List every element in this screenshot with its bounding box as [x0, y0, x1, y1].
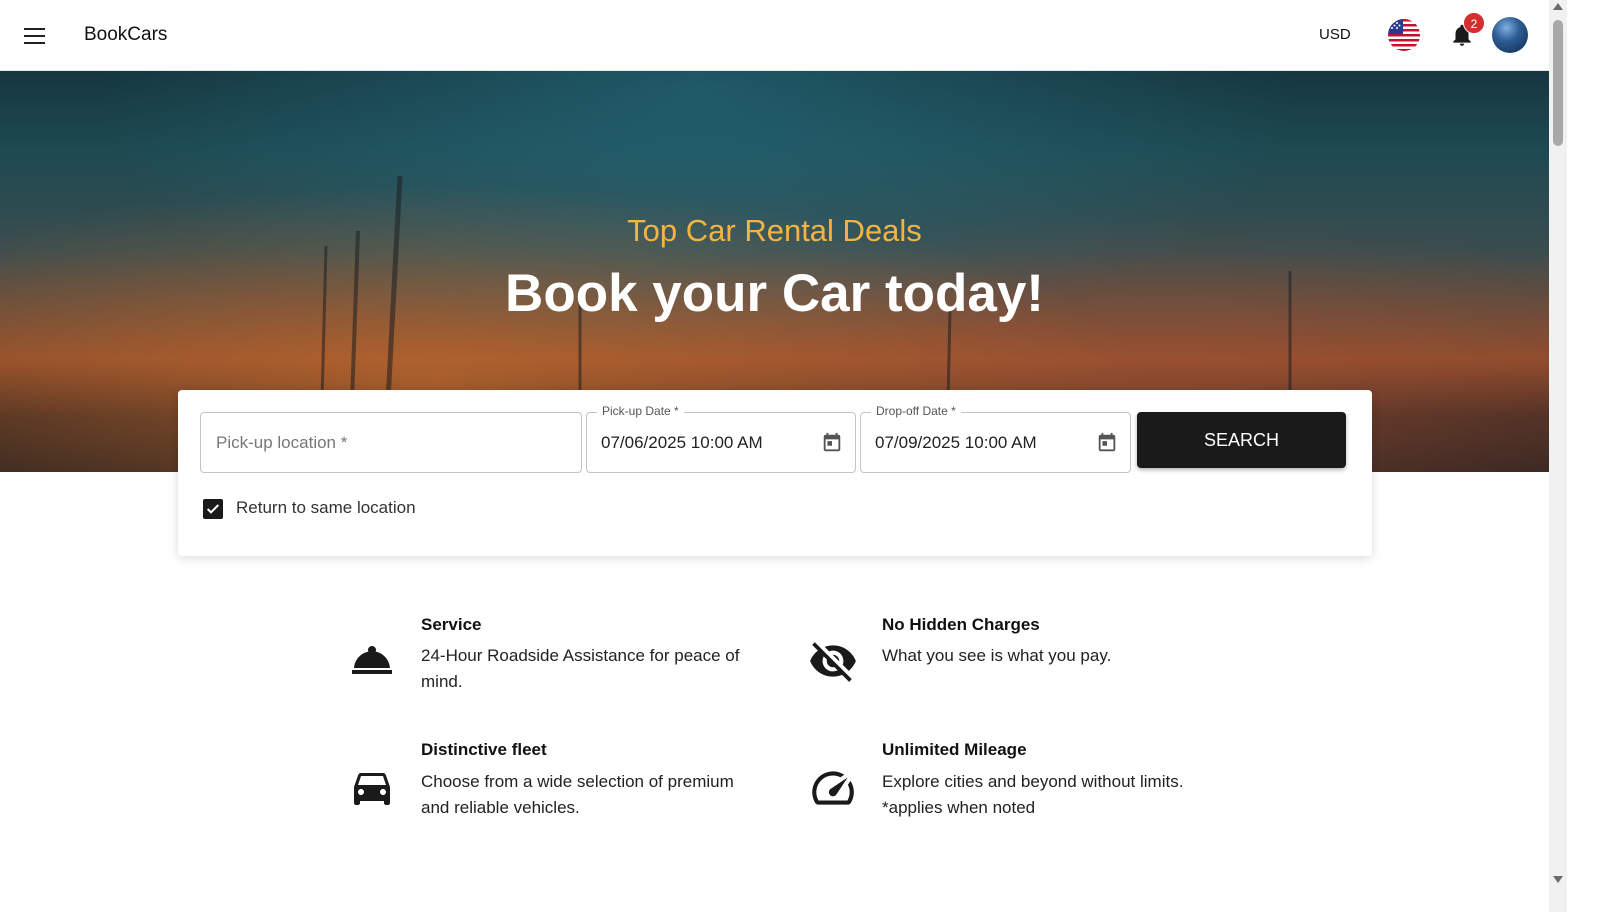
feature-text: 24-Hour Roadside Assistance for peace of…	[421, 646, 740, 691]
search-button[interactable]: SEARCH	[1137, 412, 1346, 468]
currency-selector[interactable]: USD	[1319, 26, 1351, 43]
notification-badge: 2	[1463, 12, 1485, 34]
pickup-date-field[interactable]: Pick-up Date * 07/06/2025 10:00 AM	[586, 404, 856, 473]
feature-title: No Hidden Charges	[882, 615, 1040, 634]
pickup-date-label: Pick-up Date *	[597, 404, 684, 418]
brand-title[interactable]: BookCars	[84, 24, 167, 46]
pickup-location-placeholder: Pick-up location *	[216, 433, 348, 452]
page-margin	[1567, 0, 1607, 912]
dropoff-date-field[interactable]: Drop-off Date * 07/09/2025 10:00 AM	[860, 404, 1131, 473]
hero-title: Book your Car today!	[505, 264, 1044, 323]
scrollbar-thumb[interactable]	[1553, 20, 1563, 146]
app-bar: BookCars USD 2	[0, 0, 1549, 71]
feature-title: Unlimited Mileage	[882, 740, 1027, 759]
menu-icon[interactable]	[20, 22, 50, 50]
calendar-icon[interactable]	[821, 431, 843, 455]
feature-text: Explore cities and beyond without limits…	[882, 772, 1184, 817]
dropoff-date-label: Drop-off Date *	[871, 404, 961, 418]
feature-text: What you see is what you pay.	[882, 646, 1112, 665]
pickup-date-value: 07/06/2025 10:00 AM	[601, 433, 763, 452]
search-form: Pick-up location * Pick-up Date * 07/06/…	[178, 390, 1372, 556]
speedometer-icon	[808, 763, 856, 811]
calendar-icon[interactable]	[1096, 431, 1118, 455]
feature-text: Choose from a wide selection of premium …	[421, 772, 734, 817]
visibility-off-icon	[808, 636, 856, 684]
hero-subtitle: Top Car Rental Deals	[627, 213, 922, 248]
car-icon	[348, 763, 396, 811]
scroll-down-icon[interactable]	[1553, 876, 1563, 883]
dropoff-date-value: 07/09/2025 10:00 AM	[875, 433, 1037, 452]
scroll-up-icon[interactable]	[1553, 3, 1563, 10]
same-location-checkbox[interactable]	[203, 499, 223, 519]
same-location-label[interactable]: Return to same location	[236, 498, 416, 518]
avatar[interactable]	[1492, 17, 1528, 53]
pickup-location-input[interactable]: Pick-up location *	[200, 412, 582, 473]
room-service-icon	[348, 636, 396, 684]
feature-title: Distinctive fleet	[421, 740, 547, 759]
us-flag-icon[interactable]	[1388, 19, 1420, 51]
feature-title: Service	[421, 615, 482, 634]
check-icon	[206, 504, 220, 514]
